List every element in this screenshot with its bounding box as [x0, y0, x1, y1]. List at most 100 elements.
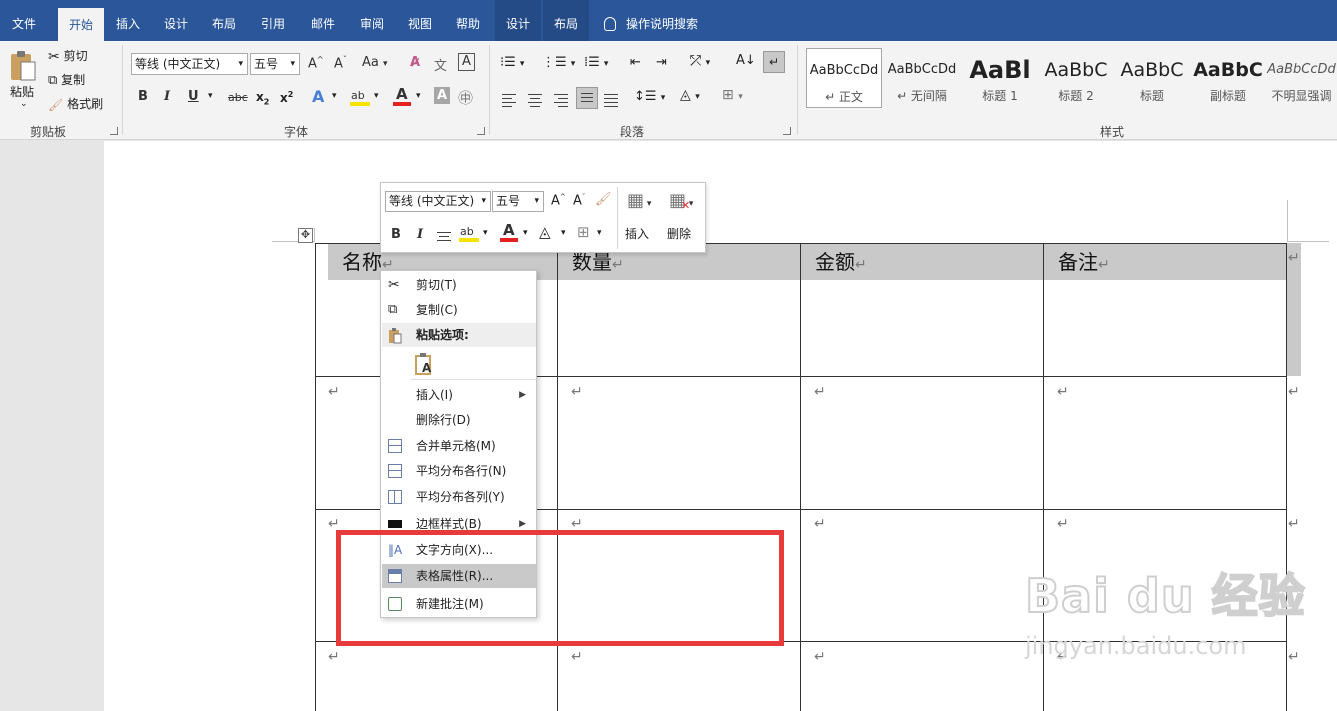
italic-button[interactable]: I [164, 89, 170, 104]
multilevel-list-icon[interactable]: ⁞☰ ▾ [584, 55, 608, 70]
style-no-spacing[interactable]: AaBbCcDd ↵ 无间隔 [884, 48, 960, 108]
show-marks-icon[interactable]: ↵ [763, 51, 785, 73]
tab-file[interactable]: 文件 [0, 0, 48, 41]
style-heading-2[interactable]: AaBbC 标题 2 [1038, 48, 1114, 108]
decrease-indent-icon[interactable]: ⇤ [630, 55, 641, 70]
subscript-button[interactable]: x2 [256, 90, 269, 106]
clipboard-launcher[interactable] [110, 127, 118, 135]
bullets-icon[interactable]: ⁝☰ ▾ [500, 55, 524, 70]
chevron-down-icon[interactable]: ▾ [208, 91, 213, 101]
menu-item-cut[interactable]: ✂ 剪切(T) [382, 273, 536, 297]
sort-icon[interactable]: A↓ [736, 53, 756, 68]
mini-shrink-font-icon[interactable]: Aˇ [573, 193, 585, 208]
line-spacing-icon[interactable]: ↕☰ ▾ [634, 89, 665, 104]
mini-highlight-button[interactable]: ab [459, 223, 479, 246]
numbering-icon[interactable]: ⋮☰ ▾ [542, 55, 575, 70]
chevron-down-icon[interactable]: ⌄ [20, 99, 28, 109]
style-heading-1[interactable]: AaBl 标题 1 [962, 48, 1038, 108]
text-effects-icon[interactable]: A [312, 87, 324, 106]
table-move-handle-icon[interactable]: ✥ [298, 228, 313, 243]
cut-button[interactable]: ✂ 剪切 [48, 47, 88, 65]
tell-me-search[interactable]: 操作说明搜索 [604, 0, 698, 41]
align-center-icon[interactable] [528, 91, 542, 110]
paragraph-launcher[interactable] [783, 127, 791, 135]
chevron-down-icon[interactable]: ▾ [597, 228, 602, 238]
mini-shading-icon[interactable]: ◬ [539, 223, 551, 241]
mini-bold-button[interactable]: B [391, 227, 401, 242]
mini-center-icon[interactable] [437, 229, 451, 244]
distributed-icon[interactable] [604, 91, 618, 110]
superscript-button[interactable]: x2 [280, 90, 293, 105]
font-color-button[interactable]: A [392, 85, 412, 110]
chevron-down-icon[interactable]: ▾ [523, 228, 528, 238]
chevron-down-icon[interactable]: ▾ [561, 228, 566, 238]
tab-mailings[interactable]: 邮件 [302, 0, 344, 41]
shading-bucket-icon[interactable]: ◬ ▾ [680, 87, 700, 103]
lightbulb-icon [604, 17, 616, 31]
tab-home[interactable]: 开始 [58, 8, 104, 41]
style-subtitle[interactable]: AaBbC 副标题 [1190, 48, 1266, 108]
table-header-cell[interactable]: 备注↵ [1044, 243, 1286, 280]
paste-label[interactable]: 粘贴 [10, 83, 34, 100]
shrink-font-button[interactable]: Aˇ [334, 55, 347, 71]
borders-icon[interactable]: ⊞ ▾ [722, 87, 743, 103]
chevron-down-icon[interactable]: ▾ [332, 91, 337, 101]
enclose-characters-icon[interactable]: ㊥ [458, 87, 473, 108]
copy-button[interactable]: ⧉ 复制 [48, 71, 85, 88]
style-subtle-emphasis[interactable]: AaBbCcDd 不明显强调 [1266, 48, 1337, 108]
insert-table-icon[interactable]: ▦ ▾ [627, 190, 651, 211]
tab-help[interactable]: 帮助 [448, 0, 488, 41]
increase-indent-icon[interactable]: ⇥ [656, 55, 667, 70]
svg-text:A: A [422, 361, 432, 375]
mini-font-size-combo[interactable]: 五号 ▾ [492, 191, 544, 212]
justify-icon[interactable] [576, 87, 598, 109]
tab-view[interactable]: 视图 [400, 0, 440, 41]
tab-review[interactable]: 审阅 [352, 0, 392, 41]
align-right-icon[interactable] [554, 91, 568, 110]
font-name-combo[interactable]: 等线 (中文正文) ▾ [131, 53, 248, 75]
mini-grow-font-icon[interactable]: A^ [551, 193, 566, 208]
font-size-combo[interactable]: 五号 ▾ [250, 53, 300, 75]
mini-insert-button[interactable]: 插入 [625, 225, 649, 242]
chevron-down-icon[interactable]: ▾ [374, 91, 379, 101]
underline-button[interactable]: U [188, 89, 199, 104]
paste-keep-text-only-icon[interactable]: A [414, 353, 434, 378]
menu-item-distribute-rows[interactable]: 平均分布各行(N) [382, 459, 536, 483]
tab-design[interactable]: 设计 [156, 0, 196, 41]
mini-borders-icon[interactable]: ⊞ [577, 223, 590, 241]
clear-formatting-icon[interactable]: A̷ [410, 55, 420, 70]
tab-table-design[interactable]: 设计 [495, 0, 541, 41]
chevron-down-icon[interactable]: ▾ [483, 228, 488, 238]
highlight-color-button[interactable]: ab [350, 87, 370, 110]
chevron-down-icon[interactable]: ▾ [416, 91, 421, 101]
change-case-button[interactable]: Aa ▾ [362, 55, 388, 70]
menu-item-copy[interactable]: ⧉ 复制(C) [382, 298, 536, 322]
style-normal[interactable]: AaBbCcDd ↵ 正文 [806, 48, 882, 108]
character-border-icon[interactable]: A [458, 53, 475, 71]
font-launcher[interactable] [477, 127, 485, 135]
tab-insert[interactable]: 插入 [108, 0, 148, 41]
menu-item-merge-cells[interactable]: 合并单元格(M) [382, 434, 536, 458]
format-painter-button[interactable]: 🖌 格式刷 [48, 95, 103, 112]
tab-table-layout[interactable]: 布局 [543, 0, 589, 41]
chinese-layout-icon[interactable]: ⤱ ▾ [690, 53, 710, 69]
phonetic-guide-icon[interactable]: 文 [434, 55, 447, 74]
bold-button[interactable]: B [138, 89, 148, 104]
paste-button[interactable] [8, 49, 38, 86]
menu-item-distribute-columns[interactable]: 平均分布各列(Y) [382, 485, 536, 509]
mini-font-color-button[interactable]: A [499, 221, 519, 246]
mini-format-painter-icon[interactable]: 🖌 [595, 192, 612, 207]
tab-references[interactable]: 引用 [252, 0, 294, 41]
grow-font-button[interactable]: A^ [308, 55, 324, 71]
strikethrough-button[interactable]: abc [228, 91, 248, 104]
table-header-cell[interactable]: 金额↵ [801, 243, 1043, 280]
align-left-icon[interactable] [502, 91, 516, 110]
tab-layout[interactable]: 布局 [204, 0, 244, 41]
mini-font-name-combo[interactable]: 等线 (中文正文) ▾ [385, 191, 491, 212]
menu-item-insert[interactable]: 插入(I) ▶ [382, 383, 536, 407]
menu-item-delete-row[interactable]: 删除行(D) [382, 408, 536, 432]
style-title[interactable]: AaBbC 标题 [1114, 48, 1190, 108]
mini-italic-button[interactable]: I [417, 227, 423, 242]
mini-delete-button[interactable]: 删除 [667, 225, 691, 242]
character-shading-icon[interactable]: A [434, 87, 451, 104]
